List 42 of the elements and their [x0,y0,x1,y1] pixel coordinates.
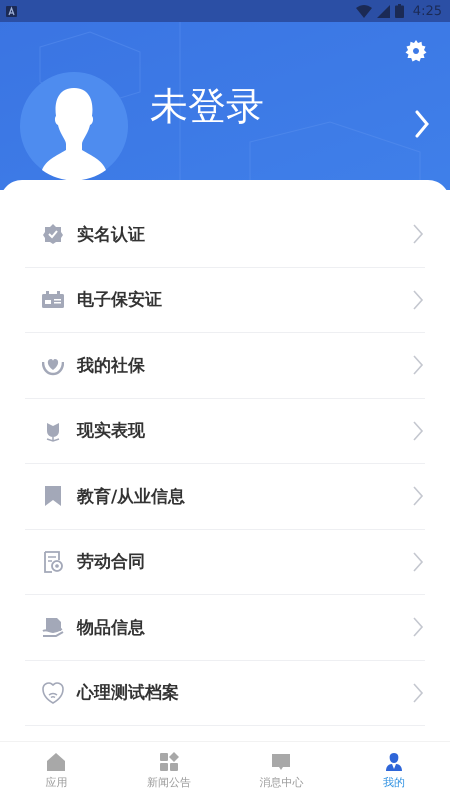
person-icon [384,752,404,772]
wifi-icon [356,4,372,18]
menu-item[interactable]: 物品信息 [25,595,425,660]
heart-outline-icon [42,682,64,704]
menu-label: 现实表现 [77,420,146,442]
chevron-right-icon [413,420,423,441]
menu-item[interactable]: 劳动合同 [25,530,425,595]
menu-item[interactable]: 我的社保 [25,333,425,398]
menu-item[interactable]: 现实表现 [25,398,425,464]
document-icon [42,550,64,573]
chevron-right-icon [413,682,423,703]
chevron-right-icon [413,486,423,506]
home-icon [46,752,66,772]
notification-icon [6,6,17,16]
box-hand-icon [42,616,64,638]
chevron-right-icon [413,224,423,244]
chevron-right-icon [413,617,423,638]
chevron-right-icon [413,290,423,310]
status-time: 4:25 [412,4,442,18]
battery-icon [394,4,404,18]
chevron-right-icon [413,552,423,572]
chevron-right-icon[interactable] [414,108,430,138]
shield-check-icon [42,223,64,246]
menu-label: 教育/从业信息 [77,486,186,508]
menu-label: 物品信息 [77,616,146,639]
menu-label: 我的社保 [77,354,146,377]
id-card-icon [42,288,64,311]
menu-item[interactable]: 电子保安证 [25,268,425,333]
chevron-right-icon [413,355,423,376]
bookmark-icon [42,485,64,508]
menu-label: 心理测试档案 [77,682,180,704]
grid-icon [158,752,179,772]
menu-item[interactable]: 实名认证 [25,202,425,268]
chat-icon [271,752,292,772]
settings-icon[interactable] [404,39,428,63]
menu-label: 电子保安证 [77,289,163,312]
menu-label: 劳动合同 [77,551,146,574]
menu-item[interactable]: 教育/从业信息 [25,464,425,530]
menu-label: 实名认证 [77,224,146,246]
menu-item[interactable]: 心理测试档案 [25,660,425,726]
login-status[interactable]: 未登录 [150,80,414,132]
signal-icon [376,4,390,18]
